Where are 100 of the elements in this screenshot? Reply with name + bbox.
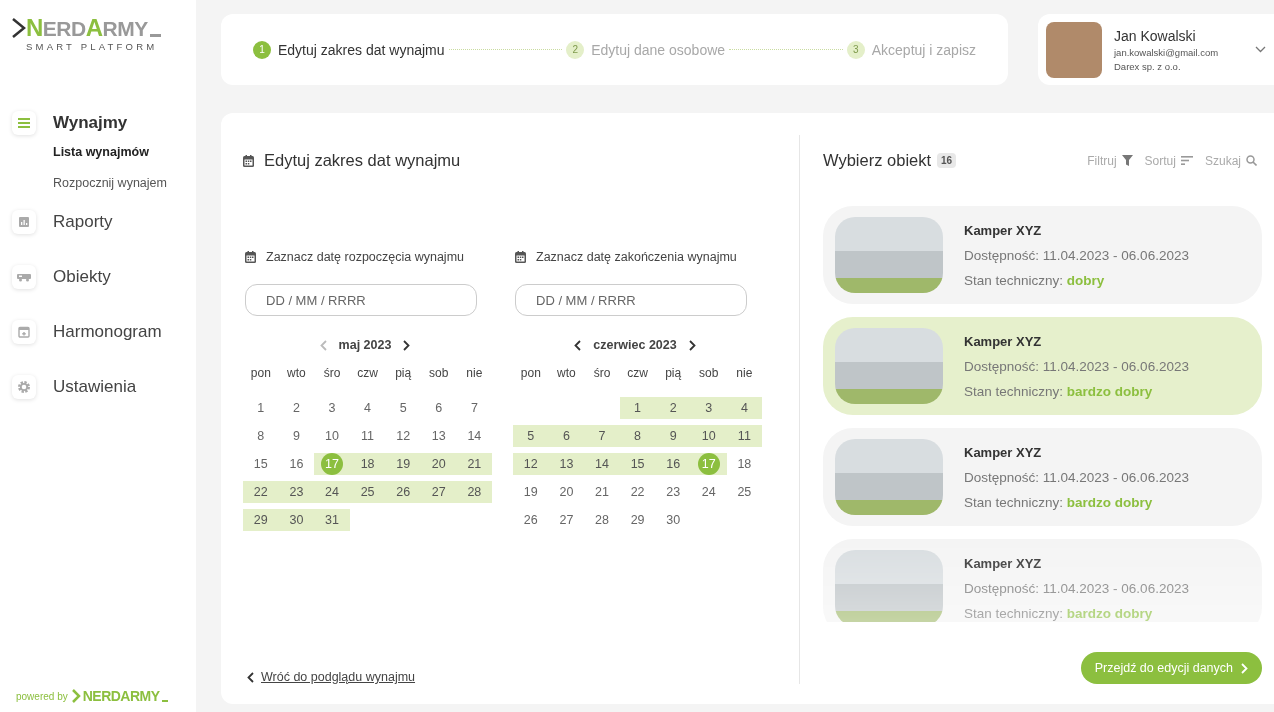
sidebar-subitem[interactable]: Rozpocznij wynajem — [53, 176, 196, 190]
day-cell[interactable]: 4 — [349, 397, 386, 419]
range-day-cell[interactable]: 23 — [278, 481, 315, 503]
range-day-cell[interactable]: 1 — [619, 397, 656, 419]
calendar-icon — [515, 251, 526, 263]
date-input-field[interactable]: DD / MM / RRRR — [515, 284, 747, 316]
day-cell[interactable]: 2 — [278, 397, 315, 419]
day-cell[interactable]: 9 — [278, 425, 315, 447]
vehicle-condition: Stan techniczny: bardzo dobry — [964, 383, 1154, 399]
sidebar-item[interactable]: Wynajmy — [12, 110, 196, 136]
vehicle-card[interactable]: Kamper XYZ Dostępność: 11.04.2023 - 06.06.2023 Stan techniczny: bardzo dobry — [823, 428, 1262, 526]
day-cell[interactable]: 13 — [420, 425, 457, 447]
range-day-cell[interactable]: 30 — [278, 509, 315, 531]
range-day-cell[interactable]: 29 — [243, 509, 279, 531]
day-cell[interactable]: 1 — [243, 397, 279, 419]
date-input-field[interactable]: DD / MM / RRRR — [245, 284, 477, 316]
day-cell[interactable]: 25 — [726, 481, 763, 503]
vehicle-condition: Stan techniczny: dobry — [964, 272, 1106, 288]
range-day-cell[interactable]: 28 — [456, 481, 493, 503]
day-cell[interactable]: 3 — [314, 397, 350, 419]
day-cell[interactable]: 16 — [278, 453, 315, 475]
range-day-cell[interactable]: 26 — [385, 481, 421, 503]
range-day-cell[interactable]: 14 — [584, 453, 620, 475]
range-day-cell[interactable]: 10 — [690, 425, 727, 447]
vehicle-name: Kamper XYZ — [964, 444, 1043, 460]
day-cell[interactable]: 22 — [619, 481, 656, 503]
day-cell[interactable]: 15 — [243, 453, 279, 475]
day-cell[interactable]: 10 — [314, 425, 350, 447]
range-day-cell[interactable]: 16 — [655, 453, 691, 475]
vehicle-card[interactable]: Kamper XYZ Dostępność: 11.04.2023 - 06.06.2023 Stan techniczny: bardzo dobry — [823, 539, 1262, 622]
search-icon — [1246, 155, 1257, 166]
step-label: Edytuj dane osobowe — [591, 41, 726, 58]
day-cell[interactable]: 28 — [584, 509, 620, 531]
back-link[interactable]: Wróć do podglądu wynajmu — [261, 670, 416, 684]
range-day-cell[interactable]: 20 — [420, 453, 457, 475]
range-day-cell[interactable]: 12 — [513, 453, 549, 475]
day-cell[interactable]: 14 — [456, 425, 493, 447]
range-day-cell[interactable]: 13 — [548, 453, 585, 475]
next-month-button[interactable] — [403, 339, 411, 351]
day-cell[interactable]: 24 — [690, 481, 727, 503]
calendar-icon — [245, 251, 256, 263]
sidebar-item[interactable]: Harmonogram — [12, 319, 196, 345]
section-title: Edytuj zakres dat wynajmu — [264, 151, 461, 170]
day-cell[interactable]: 8 — [243, 425, 279, 447]
range-day-cell[interactable]: 3 — [690, 397, 727, 419]
day-cell[interactable]: 20 — [548, 481, 585, 503]
day-cell[interactable]: 21 — [584, 481, 620, 503]
weekday-label: pią — [664, 366, 683, 382]
calendar-icon — [16, 324, 32, 340]
date-picker-label: Zaznacz datę rozpoczęcia wynajmu — [266, 250, 464, 264]
range-day-cell[interactable]: 4 — [726, 397, 763, 419]
sidebar-item[interactable]: Ustawienia — [12, 374, 196, 400]
range-day-cell[interactable]: 18 — [349, 453, 386, 475]
range-day-cell[interactable]: 7 — [584, 425, 620, 447]
range-day-cell[interactable]: 9 — [655, 425, 691, 447]
previous-month-button[interactable] — [574, 339, 582, 351]
day-cell[interactable]: 29 — [619, 509, 656, 531]
range-day-cell[interactable]: 22 — [243, 481, 279, 503]
day-cell[interactable]: 5 — [385, 397, 421, 419]
day-cell[interactable]: 23 — [655, 481, 691, 503]
day-cell[interactable]: 6 — [420, 397, 457, 419]
range-day-cell[interactable]: 6 — [548, 425, 585, 447]
step-label: Akceptuj i zapisz — [871, 41, 976, 58]
weekday-label: śro — [322, 366, 342, 382]
day-cell[interactable]: 30 — [655, 509, 691, 531]
day-cell[interactable]: 11 — [349, 425, 386, 447]
range-day-cell[interactable]: 11 — [726, 425, 763, 447]
weekday-label: czw — [356, 366, 379, 382]
day-cell[interactable]: 12 — [385, 425, 421, 447]
range-day-cell[interactable]: 24 — [314, 481, 350, 503]
next-month-button[interactable] — [688, 339, 696, 351]
range-day-cell[interactable]: 8 — [619, 425, 656, 447]
sidebar-subitem[interactable]: Lista wynajmów — [53, 145, 196, 159]
range-day-cell[interactable]: 25 — [349, 481, 386, 503]
range-day-cell[interactable]: 5 — [513, 425, 549, 447]
range-day-cell[interactable]: 15 — [619, 453, 656, 475]
vehicle-availability: Dostępność: 11.04.2023 - 06.06.2023 — [964, 580, 1189, 596]
day-cell[interactable]: 26 — [513, 509, 549, 531]
vehicle-card[interactable]: Kamper XYZ Dostępność: 11.04.2023 - 06.06.2023 Stan techniczny: bardzo dobry — [823, 317, 1262, 415]
range-day-cell[interactable]: 2 — [655, 397, 691, 419]
chevron-down-icon[interactable] — [1255, 46, 1266, 53]
sidebar-item[interactable]: Raporty — [12, 209, 196, 235]
weekday-label: pon — [519, 366, 542, 382]
weekday-label: wto — [286, 366, 307, 382]
step-label: Edytuj zakres dat wynajmu — [278, 41, 445, 58]
range-day-cell[interactable]: 27 — [420, 481, 457, 503]
range-day-cell[interactable]: 19 — [385, 453, 421, 475]
day-cell[interactable]: 7 — [456, 397, 493, 419]
range-day-cell[interactable]: 31 — [314, 509, 350, 531]
range-day-cell[interactable]: 21 — [456, 453, 493, 475]
month-label: czerwiec 2023 — [593, 338, 677, 352]
menu-icon — [16, 115, 32, 131]
day-cell[interactable]: 19 — [513, 481, 549, 503]
chart-icon — [16, 214, 32, 230]
day-cell[interactable]: 27 — [548, 509, 585, 531]
vehicle-card[interactable]: Kamper XYZ Dostępność: 11.04.2023 - 06.06.2023 Stan techniczny: dobry — [823, 206, 1262, 304]
sidebar-item[interactable]: Obiekty — [12, 264, 196, 290]
user-company: Darex sp. z o.o. — [1114, 60, 1182, 72]
day-cell[interactable]: 18 — [726, 453, 763, 475]
weekday-label: sob — [698, 366, 720, 382]
